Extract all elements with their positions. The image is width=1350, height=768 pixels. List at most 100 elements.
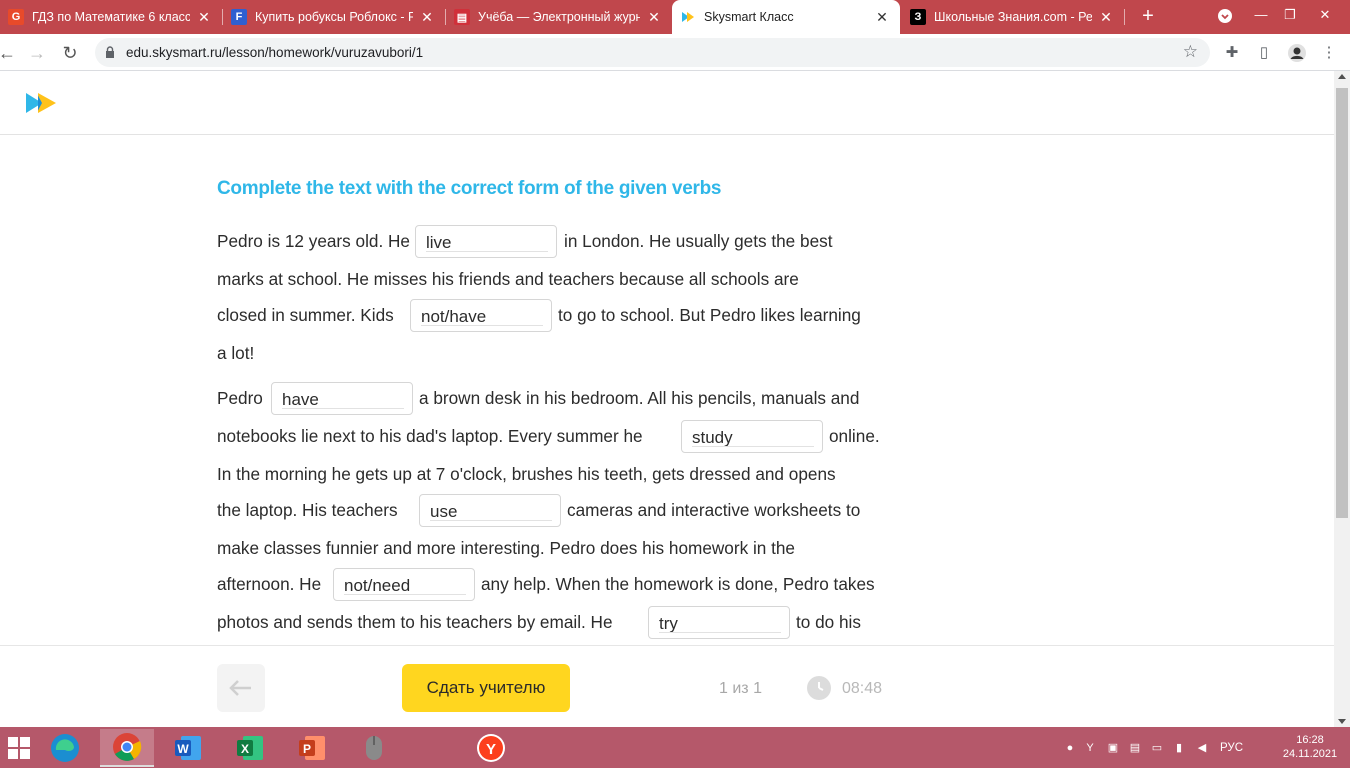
scroll-thumb[interactable] [1336,88,1348,518]
address-bar[interactable]: edu.skysmart.ru/lesson/homework/vuruzavu… [95,38,1210,67]
answer-input[interactable]: use [419,494,561,527]
text-fragment: marks at school. He misses his friends a… [217,269,799,289]
tab-title: Skysmart Класс [704,10,794,24]
url-text[interactable]: edu.skysmart.ru/lesson/homework/vuruzavu… [126,45,423,60]
answer-input[interactable]: have [271,382,413,415]
text-line: make classes funnier and more interestin… [217,538,795,562]
restore-icon[interactable]: ❐ [1275,0,1305,34]
answer-value[interactable]: not/have [421,307,486,327]
close-icon[interactable]: ✕ [419,9,435,25]
task-title: Complete the text with the correct form … [217,178,722,199]
text-fragment: a lot! [217,343,255,363]
timer: 08:48 [842,680,883,697]
svg-text:X: X [241,742,249,756]
answer-input[interactable]: study [681,420,823,453]
chrome-tray-icon[interactable]: ● [1062,742,1078,754]
text-fragment: Pedro [217,388,263,408]
answer-value[interactable]: study [692,428,733,448]
text-fragment: In the morning he gets up at 7 o'clock, … [217,464,836,484]
answer-value[interactable]: live [426,233,452,253]
clock-time: 16:28 [1296,734,1324,746]
skysmart-logo-icon[interactable] [24,91,60,115]
windows-start-icon[interactable] [0,729,44,767]
bookmark-star-icon[interactable]: ☆ [1183,42,1198,62]
minimize-icon[interactable]: — [1246,0,1276,34]
answer-input[interactable]: live [415,225,557,258]
text-line: In the morning he gets up at 7 o'clock, … [217,464,836,488]
tab-znania[interactable]: З Школьные Знания.com - Реш ✕ [902,0,1124,34]
yandex-browser-icon[interactable]: Y [466,729,516,767]
tab-skysmart[interactable]: Skysmart Класс ✕ [672,0,900,34]
answer-input[interactable]: try [648,606,790,639]
profile-avatar-icon[interactable] [1286,42,1308,64]
menu-kebab-icon[interactable]: ⋮ [1318,42,1340,64]
text-fragment: in London. He usually gets the best [564,231,833,251]
f-favicon-icon: F [231,9,247,25]
site-header [0,71,1334,135]
submit-to-teacher-button[interactable]: Сдать учителю [402,664,570,712]
text-fragment: a brown desk in his bedroom. All his pen… [419,388,860,408]
answer-value[interactable]: have [282,390,319,410]
tab-gdz[interactable]: G ГДЗ по Математике 6 класс Н ✕ [0,0,222,34]
text-fragment: photos and sends them to his teachers by… [217,612,613,632]
answer-input[interactable]: not/have [410,299,552,332]
language-indicator[interactable]: РУС [1220,742,1243,754]
close-icon[interactable]: ✕ [646,9,662,25]
excel-icon[interactable]: X [225,729,275,767]
display-tray-icon[interactable]: ▣ [1102,741,1124,754]
svg-text:Y: Y [486,741,496,758]
lesson-footer: Сдать учителю 1 из 1 08:48 [0,645,1334,727]
window-close-icon[interactable]: ✕ [1310,0,1340,34]
tab-diary[interactable]: ▤ Учёба — Электронный журна ✕ [446,0,672,34]
battery-tray-icon[interactable]: ▭ [1146,741,1168,754]
powerpoint-icon[interactable]: P [287,729,337,767]
tab-search-chevron-icon[interactable] [1210,0,1240,34]
word-icon[interactable]: W [163,729,213,767]
clock-date: 24.11.2021 [1282,748,1338,760]
side-panel-icon[interactable]: ▯ [1253,42,1275,64]
text-fragment: make classes funnier and more interestin… [217,538,795,558]
text-fragment: to go to school. But Pedro likes learnin… [558,305,861,325]
answer-value[interactable]: try [659,614,678,634]
page-scrollbar[interactable] [1334,71,1350,727]
close-icon[interactable]: ✕ [1098,9,1114,25]
back-arrow-icon[interactable]: ← [0,40,20,66]
text-fragment: notebooks lie next to his dad's laptop. … [217,426,643,446]
clock-icon [807,676,831,700]
answer-value[interactable]: not/need [344,576,410,596]
text-fragment: Pedro is 12 years old. He [217,231,410,251]
znania-favicon-icon: З [910,9,926,25]
screen: G ГДЗ по Математике 6 класс Н ✕ F Купить… [0,0,1350,768]
tab-strip: G ГДЗ по Математике 6 класс Н ✕ F Купить… [0,0,1350,34]
chrome-icon[interactable] [100,729,154,767]
close-icon[interactable]: ✕ [196,9,212,25]
signal-bars-icon[interactable]: ▮ [1168,741,1190,754]
system-tray: ● Y ▣ ▤ ▭ ▮ ◀ РУС [1062,727,1243,768]
browser-toolbar: ← → ↻ edu.skysmart.ru/lesson/homework/vu… [0,34,1350,71]
scroll-down-arrow-icon[interactable] [1338,719,1346,724]
windows-taskbar: W X P Y ● Y ▣ ▤ ▭ ▮ ◀ РУС 16:28 24.11.20… [0,727,1350,768]
tab-title: ГДЗ по Математике 6 класс Н [32,10,190,24]
edge-icon[interactable] [40,729,90,767]
tab-title: Учёба — Электронный журна [478,10,640,24]
answer-value[interactable]: use [430,502,457,522]
tab-title: Школьные Знания.com - Реш [934,10,1092,24]
mouse-app-icon[interactable] [349,729,399,767]
tab-robux[interactable]: F Купить робуксы Роблокс - Rol ✕ [223,0,445,34]
text-fragment: online. [829,426,880,446]
previous-button[interactable] [217,664,265,712]
scroll-up-arrow-icon[interactable] [1338,74,1346,79]
system-clock[interactable]: 16:28 24.11.2021 [1280,733,1340,761]
arrow-left-icon [229,680,251,696]
tab-separator [1124,9,1125,25]
forward-arrow-icon[interactable]: → [24,40,50,66]
volume-icon[interactable]: ◀ [1190,741,1214,754]
close-icon[interactable]: ✕ [874,9,890,25]
reload-icon[interactable]: ↻ [57,40,83,66]
answer-input[interactable]: not/need [333,568,475,601]
text-fragment: any help. When the homework is done, Ped… [481,574,875,594]
extensions-puzzle-icon[interactable]: ✚ [1221,42,1243,64]
new-tab-plus-icon[interactable]: + [1136,4,1160,28]
yandex-tray-icon[interactable]: Y [1078,742,1102,754]
clipboard-tray-icon[interactable]: ▤ [1124,741,1146,754]
